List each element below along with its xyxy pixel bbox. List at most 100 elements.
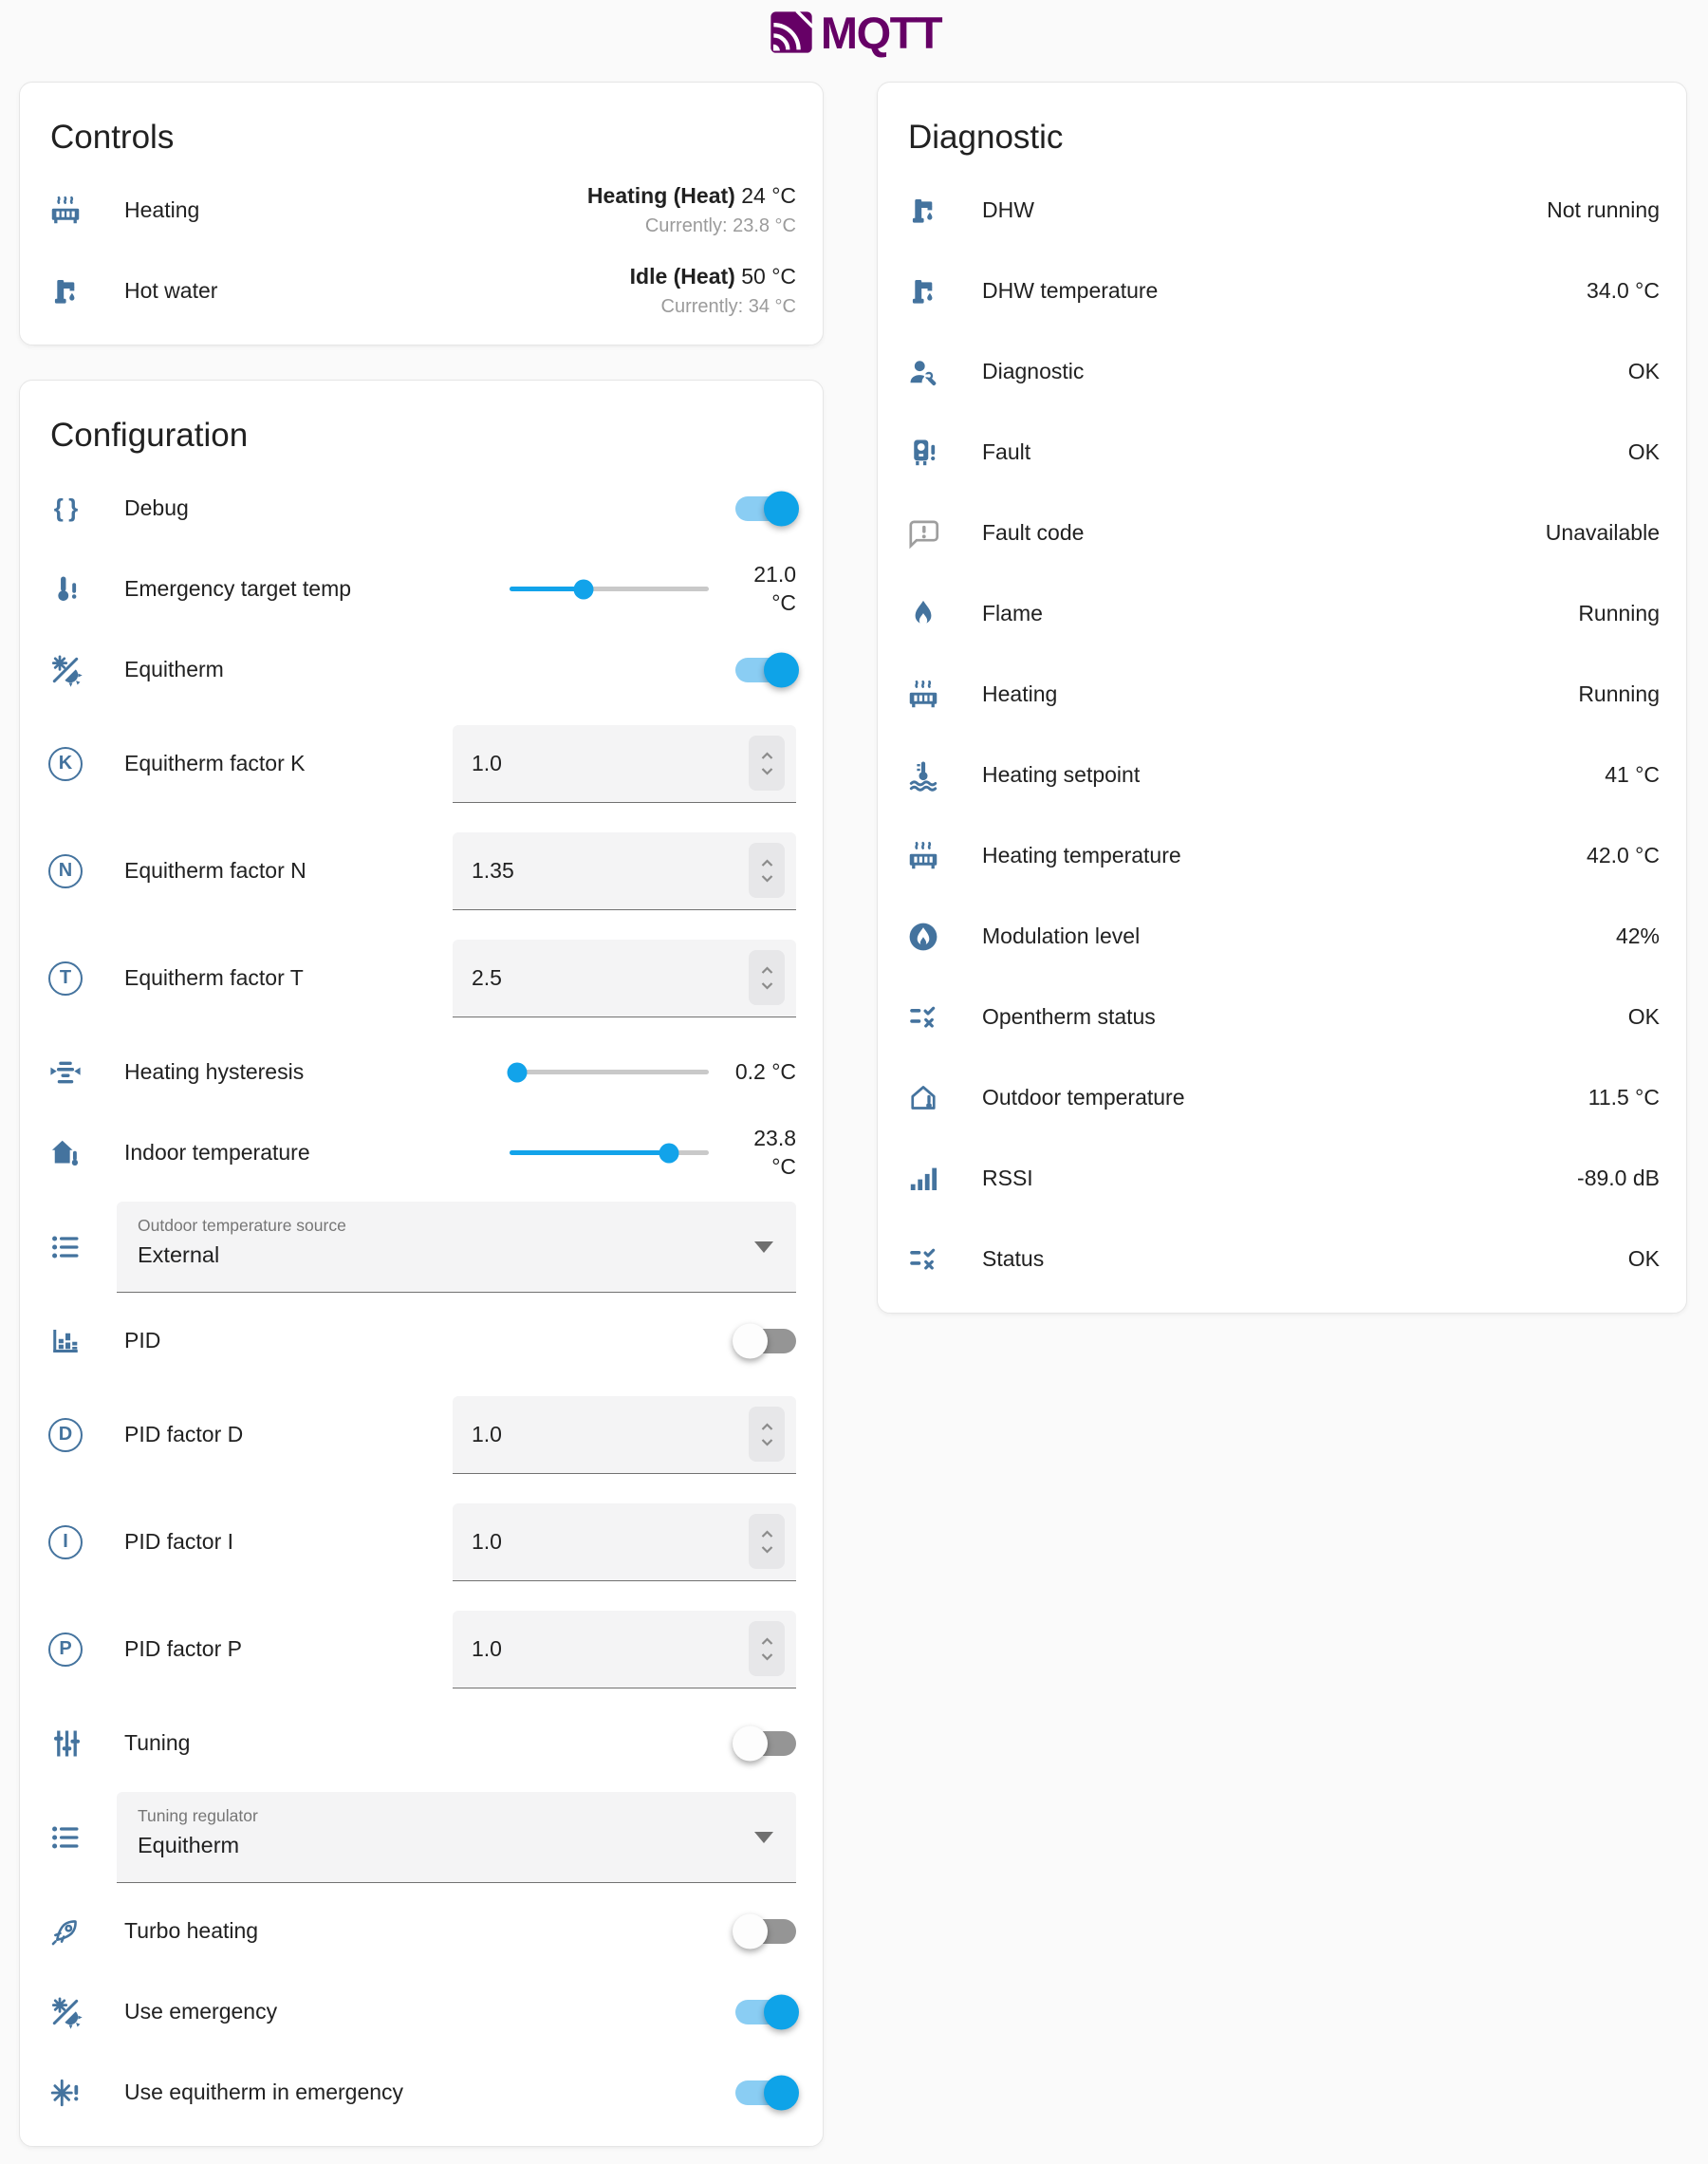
hysteresis-icon <box>48 1055 83 1090</box>
config-row-debug: { } Debug <box>20 468 823 549</box>
diagnostic-row-heating-setpoint[interactable]: Heating setpoint 41 °C <box>878 735 1686 815</box>
list-icon <box>48 1230 83 1264</box>
diagnostic-card: Diagnostic DHW Not running DHW temperatu… <box>877 82 1687 1314</box>
row-label: Outdoor temperature <box>982 1085 1185 1110</box>
debug-toggle[interactable] <box>735 496 796 521</box>
row-value: OK <box>1628 439 1660 465</box>
equitherm-factor-t-input[interactable]: 2.5 <box>453 940 796 1017</box>
number-value: 1.0 <box>472 1422 502 1447</box>
tuning-regulator-select[interactable]: Tuning regulator Equitherm <box>117 1792 796 1883</box>
row-label: PID factor I <box>124 1529 233 1555</box>
slider-value: 23.8 °C <box>724 1125 796 1182</box>
radiator-icon <box>906 839 940 873</box>
equitherm-factor-k-input[interactable]: 1.0 <box>453 725 796 803</box>
thermometer-alert-icon <box>48 572 83 606</box>
outdoor-temperature-source-select[interactable]: Outdoor temperature source External <box>117 1202 796 1293</box>
number-stepper[interactable] <box>749 1407 785 1462</box>
pid-factor-d-input[interactable]: 1.0 <box>453 1396 796 1474</box>
diagnostic-row-opentherm-status[interactable]: Opentherm status OK <box>878 977 1686 1057</box>
chevron-up-icon[interactable] <box>758 964 776 977</box>
list-status-icon <box>906 1242 940 1277</box>
chevron-down-icon[interactable] <box>758 872 776 885</box>
chevron-down-icon[interactable] <box>758 1436 776 1448</box>
slider-thumb[interactable] <box>659 1143 679 1163</box>
chevron-up-icon[interactable] <box>758 1528 776 1540</box>
slider-thumb[interactable] <box>573 579 593 599</box>
climate-target-temp: 50 °C <box>741 264 796 289</box>
climate-action: Idle (Heat) <box>630 264 735 289</box>
config-row-indoor-temperature: Indoor temperature 23.8 °C <box>20 1112 823 1193</box>
diagnostic-card-title: Diagnostic <box>878 83 1686 170</box>
slider-value: 0.2 °C <box>724 1058 796 1087</box>
control-label: Heating <box>124 197 199 223</box>
climate-target-temp: 24 °C <box>741 183 796 208</box>
list-status-icon <box>906 1000 940 1035</box>
diagnostic-row-dhw[interactable]: DHW Not running <box>878 170 1686 251</box>
row-value: OK <box>1628 359 1660 384</box>
chevron-up-icon[interactable] <box>758 857 776 869</box>
number-stepper[interactable] <box>749 1621 785 1676</box>
slider-thumb[interactable] <box>508 1062 528 1082</box>
diagnostic-row-modulation-level[interactable]: Modulation level 42% <box>878 896 1686 977</box>
turbo-heating-toggle[interactable] <box>735 1919 796 1944</box>
select-label: Outdoor temperature source <box>138 1216 773 1236</box>
row-label: Status <box>982 1246 1044 1272</box>
climate-action: Heating (Heat) <box>587 183 735 208</box>
number-value: 2.5 <box>472 965 502 991</box>
config-row-emergency-target-temp: Emergency target temp 21.0 °C <box>20 549 823 629</box>
pid-factor-p-input[interactable]: 1.0 <box>453 1611 796 1688</box>
diagnostic-row-fault-code[interactable]: Fault code Unavailable <box>878 493 1686 573</box>
mqtt-logo-text: MQTT <box>821 7 941 59</box>
diagnostic-row-fault[interactable]: Fault OK <box>878 412 1686 493</box>
use-equitherm-in-emergency-toggle[interactable] <box>735 2080 796 2105</box>
equitherm-toggle[interactable] <box>735 658 796 682</box>
row-label: Diagnostic <box>982 359 1084 384</box>
row-value: 34.0 °C <box>1587 278 1660 304</box>
number-stepper[interactable] <box>749 736 785 791</box>
chevron-down-icon[interactable] <box>758 979 776 992</box>
row-label: Opentherm status <box>982 1004 1156 1030</box>
control-row-hot-water[interactable]: Hot water Idle (Heat) 50 °C Currently: 3… <box>20 251 823 331</box>
row-value: Running <box>1578 601 1660 626</box>
chevron-down-icon[interactable] <box>758 1651 776 1663</box>
row-label: Equitherm factor N <box>124 858 306 884</box>
tune-icon <box>48 1726 83 1761</box>
indoor-temperature-slider[interactable] <box>510 1150 709 1155</box>
control-row-heating[interactable]: Heating Heating (Heat) 24 °C Currently: … <box>20 170 823 251</box>
config-row-pid-factor-d: D PID factor D 1.0 <box>20 1381 823 1488</box>
diagnostic-row-heating[interactable]: Heating Running <box>878 654 1686 735</box>
pid-toggle[interactable] <box>735 1329 796 1353</box>
use-emergency-toggle[interactable] <box>735 2000 796 2024</box>
tuning-toggle[interactable] <box>735 1731 796 1756</box>
diagnostic-row-heating-temperature[interactable]: Heating temperature 42.0 °C <box>878 815 1686 896</box>
radiator-icon <box>906 678 940 712</box>
config-row-tuning-regulator: Tuning regulator Equitherm <box>20 1783 823 1891</box>
heating-hysteresis-slider[interactable] <box>510 1070 709 1074</box>
alpha-p-circle-icon: P <box>48 1632 83 1667</box>
number-value: 1.35 <box>472 858 514 884</box>
config-row-tuning: Tuning <box>20 1703 823 1783</box>
water-tap-icon <box>906 194 940 228</box>
chevron-up-icon[interactable] <box>758 750 776 762</box>
emergency-target-temp-slider[interactable] <box>510 587 709 591</box>
number-stepper[interactable] <box>749 950 785 1005</box>
chevron-down-icon[interactable] <box>758 765 776 777</box>
diagnostic-row-rssi[interactable]: RSSI -89.0 dB <box>878 1138 1686 1219</box>
diagnostic-row-diagnostic[interactable]: Diagnostic OK <box>878 331 1686 412</box>
chevron-up-icon[interactable] <box>758 1421 776 1433</box>
number-stepper[interactable] <box>749 843 785 898</box>
select-label: Tuning regulator <box>138 1806 773 1826</box>
diagnostic-row-status[interactable]: Status OK <box>878 1219 1686 1299</box>
row-label: DHW <box>982 197 1034 223</box>
chevron-down-icon[interactable] <box>758 1543 776 1556</box>
water-tap-icon <box>906 274 940 308</box>
diagnostic-row-flame[interactable]: Flame Running <box>878 573 1686 654</box>
diagnostic-row-outdoor-temperature[interactable]: Outdoor temperature 11.5 °C <box>878 1057 1686 1138</box>
diagnostic-row-dhw-temperature[interactable]: DHW temperature 34.0 °C <box>878 251 1686 331</box>
equitherm-factor-n-input[interactable]: 1.35 <box>453 832 796 910</box>
number-stepper[interactable] <box>749 1514 785 1569</box>
config-row-turbo-heating: Turbo heating <box>20 1891 823 1971</box>
pid-factor-i-input[interactable]: 1.0 <box>453 1503 796 1581</box>
row-value: 41 °C <box>1605 762 1660 788</box>
chevron-up-icon[interactable] <box>758 1635 776 1648</box>
